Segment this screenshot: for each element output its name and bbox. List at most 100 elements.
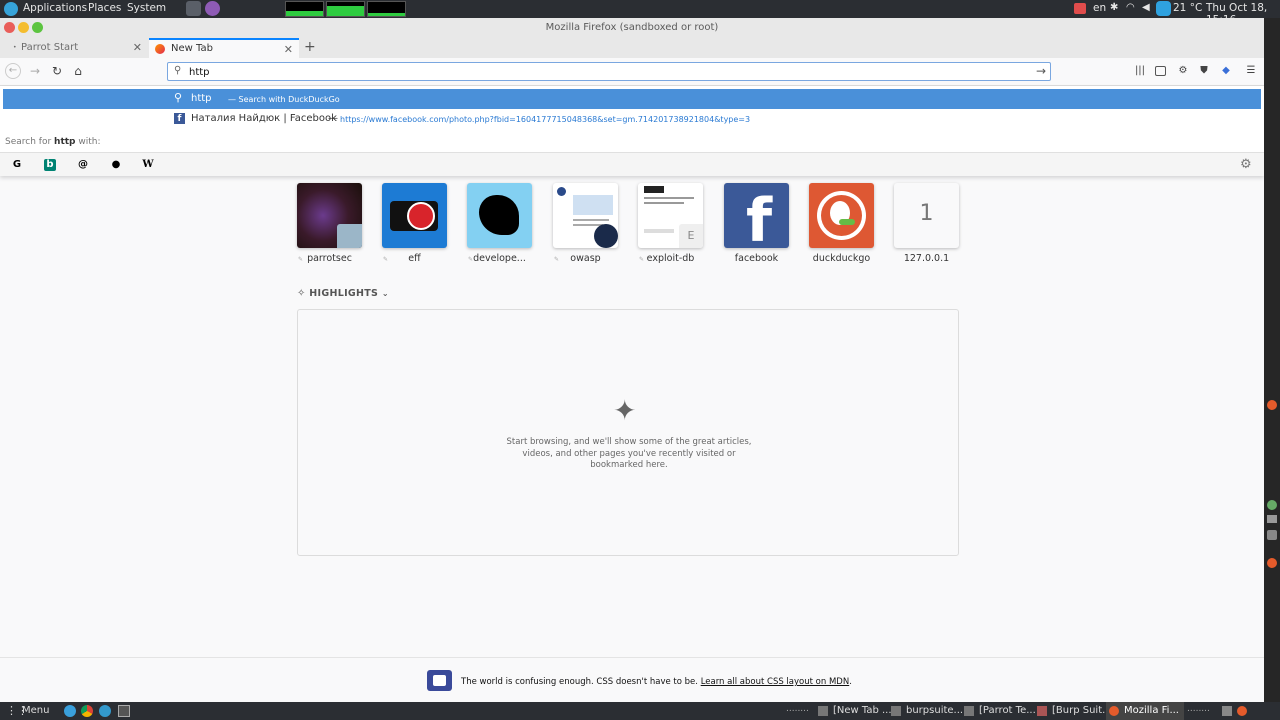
temperature: 21 °C xyxy=(1173,2,1203,14)
addon-icon[interactable]: ◆ xyxy=(1219,64,1233,78)
system-menu[interactable]: System xyxy=(127,2,166,14)
url-bar[interactable]: ⚲ → xyxy=(167,62,1051,81)
suggestion-history[interactable]: f Наталия Найдюк | Facebook — https://ww… xyxy=(3,109,1261,129)
top-site-facebook[interactable]: f facebook xyxy=(724,183,789,264)
top-site-localhost[interactable]: 1 127.0.0.1 xyxy=(894,183,959,264)
task-burp-icon xyxy=(1037,706,1047,716)
firefox-desktop-icon[interactable] xyxy=(1267,400,1277,410)
text-editor-launcher-icon[interactable] xyxy=(205,1,220,16)
search-icon: ⚲ xyxy=(174,65,182,76)
app-icon[interactable] xyxy=(1267,530,1277,540)
snippet-link[interactable]: Learn all about CSS layout on MDN xyxy=(701,677,850,687)
highlights-sparkle-icon: ✧ xyxy=(297,288,306,299)
parrot-logo-icon[interactable] xyxy=(4,2,18,16)
task-mozilla-firefox[interactable]: Mozilla Fi... xyxy=(1124,705,1179,716)
firefox-desktop-icon-2[interactable] xyxy=(1267,558,1277,568)
site-label: facebook xyxy=(734,253,779,264)
new-tab-plus-icon[interactable]: + xyxy=(304,39,316,55)
desktop-icon[interactable] xyxy=(1267,500,1277,510)
taskbar-separator: ........ xyxy=(786,704,809,714)
google-icon[interactable]: G xyxy=(11,159,23,171)
tab-favicon-dot-icon: • xyxy=(13,44,17,51)
search-settings-gear-icon[interactable]: ⚙ xyxy=(1240,157,1252,172)
facebook-logo-icon: f xyxy=(746,186,773,248)
tab-new-tab[interactable]: New Tab ✕ xyxy=(149,38,299,58)
suggestion-search[interactable]: ⚲ http — Search with DuckDuckGo xyxy=(3,89,1261,109)
site-thumbnail: E xyxy=(638,183,703,248)
applications-menu[interactable]: Applications xyxy=(23,2,87,14)
home-icon[interactable]: ⌂ xyxy=(70,63,86,79)
back-arrow-icon[interactable]: ← xyxy=(5,63,21,79)
suggestion-query: http xyxy=(191,93,212,104)
debian-icon[interactable]: @ xyxy=(77,159,89,171)
tab-bar: • Parrot Start ✕ New Tab ✕ + xyxy=(0,38,1264,58)
parrot-launcher-icon[interactable] xyxy=(64,705,76,717)
tray-firefox-icon[interactable] xyxy=(1237,706,1247,716)
volume-icon[interactable]: ◀ xyxy=(1142,2,1150,13)
site-label: duckduckgo xyxy=(812,253,871,264)
site-thumbnail: 1 xyxy=(894,183,959,248)
task-parrot-terminal[interactable]: [Parrot Te... xyxy=(979,705,1036,716)
highlights-empty-message: Start browsing, and we'll show some of t… xyxy=(506,437,752,470)
history-title: Наталия Найдюк | Facebook xyxy=(191,113,337,124)
browser-launcher-icon[interactable] xyxy=(99,705,111,717)
search-with-query: http xyxy=(54,137,76,147)
snippet-text: The world is confusing enough. CSS doesn… xyxy=(461,677,852,687)
chevron-down-icon[interactable]: ⌄ xyxy=(382,289,389,298)
top-site-eff[interactable]: ✎ eff xyxy=(382,183,447,264)
recording-icon[interactable] xyxy=(1074,3,1086,14)
wifi-icon[interactable]: ◠ xyxy=(1126,2,1135,13)
tab-label: New Tab xyxy=(171,43,213,54)
task-terminal-icon xyxy=(964,706,974,716)
tab-label: Parrot Start xyxy=(21,42,79,53)
top-site-owasp[interactable]: ✎ owasp xyxy=(553,183,618,264)
shield-icon[interactable]: ⛊ xyxy=(1197,64,1211,78)
task-firefox-icon xyxy=(818,706,828,716)
network-monitor-graph xyxy=(367,1,406,17)
url-input[interactable] xyxy=(189,65,1009,79)
suggestion-action: — Search with DuckDuckGo xyxy=(228,95,340,104)
site-label: eff xyxy=(408,253,421,264)
places-menu[interactable]: Places xyxy=(88,2,121,14)
chrome-launcher-icon[interactable] xyxy=(81,705,93,717)
parrot-favicon-icon xyxy=(337,224,362,248)
hamburger-menu-icon[interactable]: ☰ xyxy=(1244,64,1258,78)
go-arrow-icon[interactable]: → xyxy=(1036,64,1046,78)
wikipedia-icon[interactable]: W xyxy=(142,159,154,171)
weather-icon[interactable] xyxy=(1156,1,1171,16)
menu-button[interactable]: Menu xyxy=(22,705,49,716)
desktop-edge-strip xyxy=(1264,18,1280,702)
bing-icon[interactable]: b xyxy=(44,159,56,171)
close-tab-icon[interactable]: ✕ xyxy=(284,43,293,56)
task-burpsuite[interactable]: burpsuite... xyxy=(906,705,963,716)
tab-parrot-start[interactable]: • Parrot Start ✕ xyxy=(0,38,148,58)
site-thumbnail xyxy=(382,183,447,248)
terminal-launcher-icon[interactable] xyxy=(186,1,201,16)
library-icon[interactable]: ||| xyxy=(1133,64,1147,78)
top-site-duckduckgo[interactable]: duckduckgo xyxy=(809,183,874,264)
reload-icon[interactable]: ↻ xyxy=(49,63,65,79)
duckduckgo-icon[interactable]: ● xyxy=(110,159,122,171)
bluetooth-icon[interactable]: ✱ xyxy=(1110,2,1118,13)
highlights-header[interactable]: ✧ HIGHLIGHTS ⌄ xyxy=(297,288,389,299)
search-with-suffix: with: xyxy=(78,137,101,147)
task-burp-suite[interactable]: [Burp Suit... xyxy=(1052,705,1112,716)
task-new-tab[interactable]: [New Tab ... xyxy=(833,705,892,716)
tray-icon[interactable] xyxy=(1222,706,1232,716)
site-label: owasp xyxy=(570,253,601,264)
mdn-snippet-icon xyxy=(427,670,452,691)
navigation-toolbar: ← → ↻ ⌂ ⚲ → ||| ⚙ ⛊ ◆ ☰ xyxy=(0,58,1264,86)
forward-arrow-icon[interactable]: → xyxy=(27,63,43,79)
history-dash: — xyxy=(328,113,338,124)
close-tab-icon[interactable]: ✕ xyxy=(133,41,142,54)
top-site-parrotsec[interactable]: ✎ parrotsec xyxy=(297,183,362,264)
top-site-exploit-db[interactable]: E ✎ exploit-db xyxy=(638,183,703,264)
folder-icon[interactable] xyxy=(1267,515,1277,523)
keyboard-layout[interactable]: en xyxy=(1093,2,1106,14)
extension-icon[interactable]: ⚙ xyxy=(1176,64,1190,78)
top-site-developer[interactable]: ✎ develope... xyxy=(467,183,532,264)
terminal-launcher-icon[interactable] xyxy=(118,705,130,717)
tile-initial: 1 xyxy=(919,201,934,226)
duckduckgo-logo-icon xyxy=(817,191,866,240)
sidebar-icon[interactable] xyxy=(1155,66,1166,76)
